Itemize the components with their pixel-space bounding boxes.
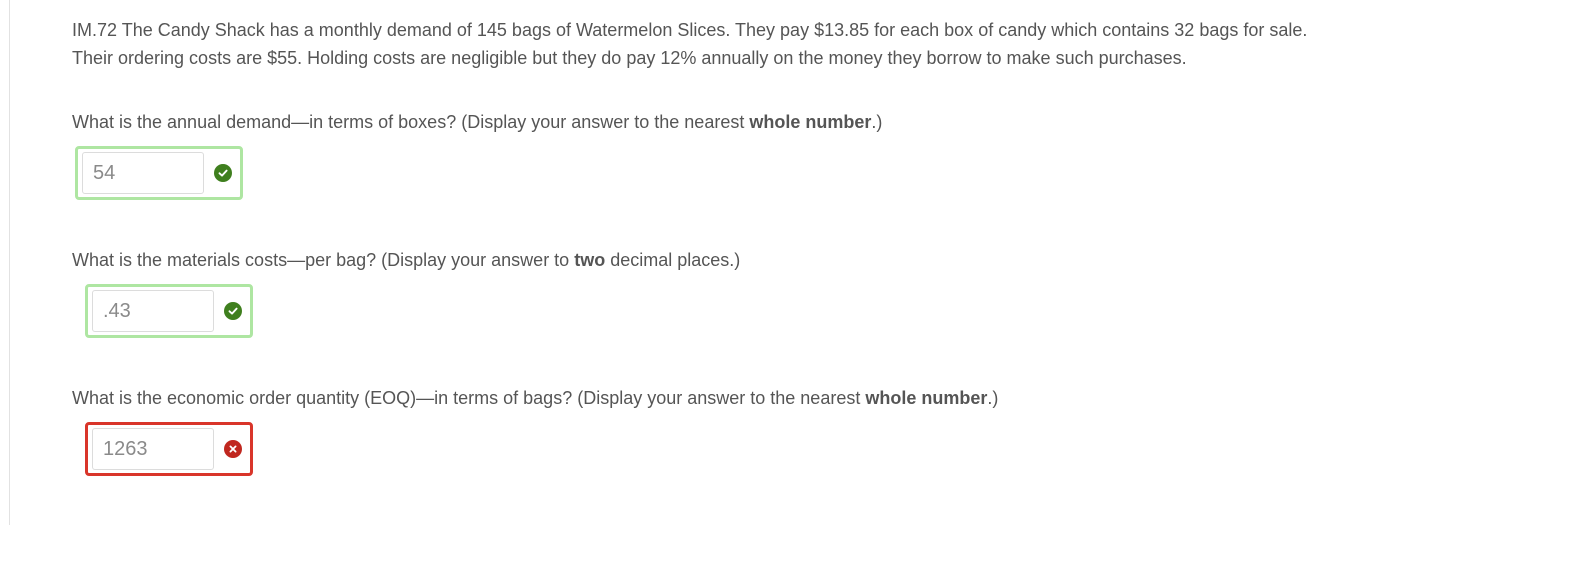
- question-text-end: .): [987, 388, 999, 408]
- answer-input-materials-cost[interactable]: [92, 290, 214, 332]
- left-divider: [9, 0, 10, 525]
- problem-line-1: IM.72 The Candy Shack has a monthly dema…: [72, 20, 1308, 40]
- answer-box-eoq: [85, 422, 253, 476]
- answer-input-annual-demand[interactable]: [82, 152, 204, 194]
- question-materials-cost: What is the materials costs—per bag? (Di…: [72, 248, 740, 272]
- answer-input-eoq[interactable]: [92, 428, 214, 470]
- question-annual-demand: What is the annual demand—in terms of bo…: [72, 110, 882, 134]
- problem-statement: IM.72 The Candy Shack has a monthly dema…: [72, 16, 1552, 72]
- question-text-end: decimal places.): [605, 250, 741, 270]
- check-circle-icon: [214, 164, 232, 182]
- x-circle-icon: [224, 440, 242, 458]
- question-eoq: What is the economic order quantity (EOQ…: [72, 386, 998, 410]
- question-emphasis: whole number: [749, 112, 872, 132]
- answer-box-annual-demand: [75, 146, 243, 200]
- check-circle-icon: [224, 302, 242, 320]
- problem-container: IM.72 The Candy Shack has a monthly dema…: [72, 16, 1552, 476]
- question-text: What is the economic order quantity (EOQ…: [72, 388, 866, 408]
- problem-line-2: Their ordering costs are $55. Holding co…: [72, 48, 1187, 68]
- question-text: What is the annual demand—in terms of bo…: [72, 112, 750, 132]
- question-emphasis: whole number: [865, 388, 988, 408]
- question-text: What is the materials costs—per bag? (Di…: [72, 250, 575, 270]
- answer-box-materials-cost: [85, 284, 253, 338]
- question-text-end: .): [871, 112, 883, 132]
- question-emphasis: two: [574, 250, 606, 270]
